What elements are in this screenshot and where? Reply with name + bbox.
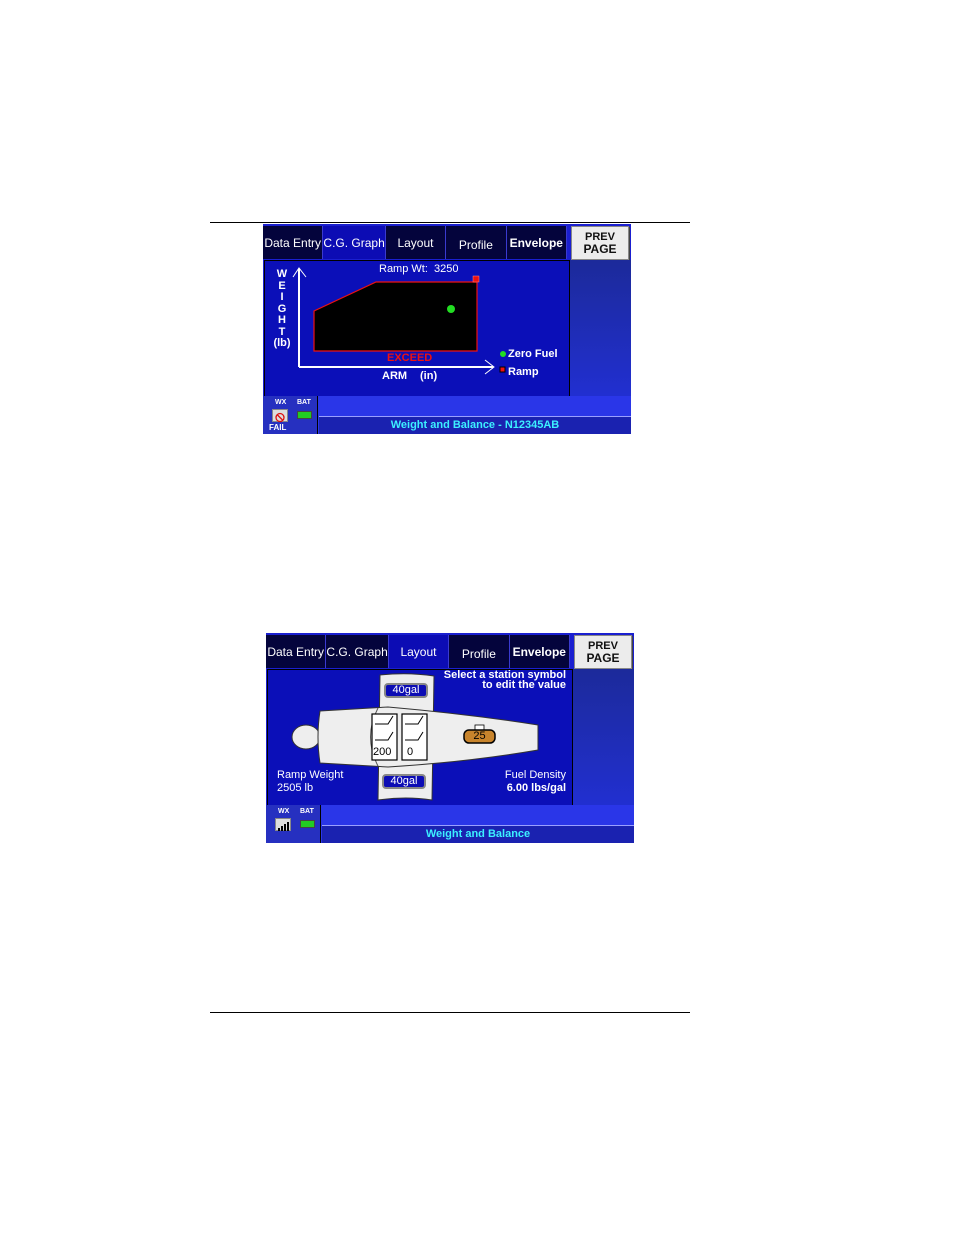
cg-graph-panel: W E I G H T (lb) Ramp Wt: 3250 EXCEED AR… xyxy=(264,260,570,398)
bat-label: BAT xyxy=(300,808,314,815)
tab-cg-graph[interactable]: C.G. Graph xyxy=(323,226,386,259)
status-indicators: WX BAT xyxy=(266,805,321,843)
ramp-wt-label: Ramp Wt: xyxy=(379,263,428,275)
ramp-marker xyxy=(472,275,480,283)
ramp-wt-readout: Ramp Wt: 3250 xyxy=(379,263,459,275)
battery-icon xyxy=(297,411,312,419)
wx-fail-label: FAIL xyxy=(269,423,287,432)
tab-envelope[interactable]: Envelope xyxy=(509,635,570,668)
x-axis-label: ARM xyxy=(382,370,408,382)
legend-zero-fuel-icon xyxy=(500,351,506,357)
instruction-line2: to edit the value xyxy=(482,679,566,691)
legend-zero-fuel-label: Zero Fuel xyxy=(508,348,558,360)
prev-page-button[interactable]: PREV PAGE xyxy=(574,635,632,669)
fuselage xyxy=(317,706,539,768)
prev-page-line2: PAGE xyxy=(586,651,620,665)
cg-graph-screen: Data Entry C.G. Graph Layout Profile Env… xyxy=(263,224,631,434)
tab-envelope[interactable]: Envelope xyxy=(506,226,567,259)
cg-envelope xyxy=(313,281,478,352)
wx-label: WX xyxy=(278,808,290,815)
y-letter: H xyxy=(278,314,286,326)
fuel-density-label: Fuel Density xyxy=(504,769,566,781)
top-rule xyxy=(210,222,690,223)
wx-label: WX xyxy=(275,399,287,406)
right-sidebar xyxy=(572,669,634,824)
seat-row1-value[interactable]: 200 xyxy=(373,746,391,758)
tab-layout[interactable]: Layout xyxy=(388,635,450,668)
prev-page-button[interactable]: PREV PAGE xyxy=(571,226,629,260)
tab-profile[interactable]: Profile xyxy=(449,635,510,668)
baggage-value[interactable]: 25 xyxy=(464,730,495,742)
seat-row2-station xyxy=(401,713,428,761)
layout-panel: 40gal 40gal 200 0 25 Select a station sy… xyxy=(267,669,573,807)
wx-signal-icon xyxy=(275,818,291,831)
battery-icon xyxy=(300,820,315,828)
wing-tank-bottom-value[interactable]: 40gal xyxy=(386,775,422,787)
x-axis-unit: (in) xyxy=(420,370,438,382)
prev-page-line2: PAGE xyxy=(583,242,617,256)
ramp-wt-value: 3250 xyxy=(434,263,459,275)
legend-ramp-icon xyxy=(499,366,506,373)
tab-bar: Data Entry C.G. Graph Layout Profile Env… xyxy=(266,635,570,668)
y-letter: I xyxy=(280,291,284,303)
seat-row2-value[interactable]: 0 xyxy=(407,746,413,758)
status-bar: WX BAT FAIL Weight and Balance - N12345A… xyxy=(263,396,631,434)
tab-cg-graph[interactable]: C.G. Graph xyxy=(326,635,389,668)
y-letter: W xyxy=(276,268,288,280)
wing-tank-top-value[interactable]: 40gal xyxy=(388,684,424,696)
bottom-rule xyxy=(210,1012,690,1013)
fuel-density-value: 6.00 lbs/gal xyxy=(506,782,566,794)
status-title: Weight and Balance - N12345AB xyxy=(319,416,631,434)
y-letter: (lb) xyxy=(273,337,291,349)
right-sidebar xyxy=(569,260,631,415)
spinner xyxy=(291,724,321,750)
tab-data-entry[interactable]: Data Entry xyxy=(266,635,327,668)
tab-profile[interactable]: Profile xyxy=(446,226,507,259)
tab-data-entry[interactable]: Data Entry xyxy=(263,226,324,259)
zero-fuel-marker xyxy=(447,305,455,313)
bat-label: BAT xyxy=(297,399,311,406)
status-bar: WX BAT Weight and Balance xyxy=(266,805,634,843)
tab-bar: Data Entry C.G. Graph Layout Profile Env… xyxy=(263,226,567,259)
y-axis-label: W E I G H T (lb) xyxy=(273,268,291,350)
ramp-weight-value: 2505 lb xyxy=(277,782,314,794)
status-indicators: WX BAT FAIL xyxy=(263,396,318,434)
layout-screen: Data Entry C.G. Graph Layout Profile Env… xyxy=(266,633,634,843)
exceed-label: EXCEED xyxy=(387,352,433,364)
ramp-weight-label: Ramp Weight xyxy=(277,769,344,781)
status-title: Weight and Balance xyxy=(322,825,634,843)
wx-fail-icon xyxy=(272,409,288,423)
tab-layout[interactable]: Layout xyxy=(385,226,447,259)
legend-ramp-label: Ramp xyxy=(508,366,539,378)
